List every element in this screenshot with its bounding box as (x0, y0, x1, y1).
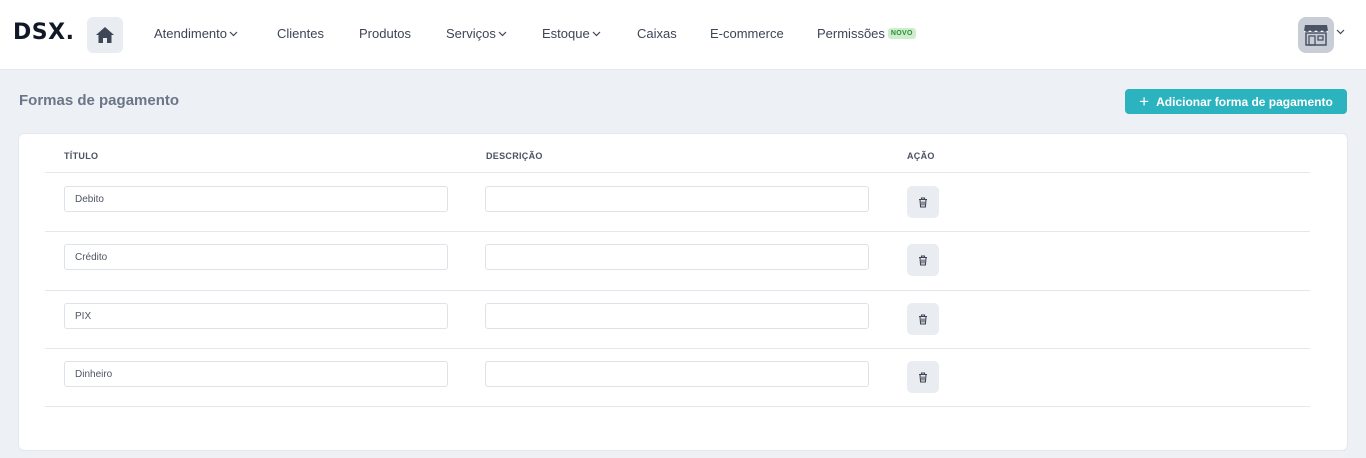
nav-servicos-label: Serviços (446, 26, 496, 41)
divider (45, 348, 1310, 349)
add-payment-method-label: Adicionar forma de pagamento (1156, 94, 1333, 109)
trash-icon (919, 371, 927, 383)
nav-produtos[interactable]: Produtos (359, 26, 411, 41)
nav-produtos-label: Produtos (359, 26, 412, 41)
nav-servicos[interactable]: Serviços (446, 26, 507, 41)
descricao-input[interactable] (485, 361, 869, 387)
trash-icon (919, 196, 927, 208)
descricao-input[interactable] (485, 244, 869, 270)
column-header-titulo: TÍTULO (64, 151, 99, 161)
divider (45, 406, 1310, 407)
titulo-input[interactable]: PIX (64, 303, 448, 329)
home-button[interactable] (87, 17, 123, 53)
top-navbar: DSX. Atendimento Clientes Produtos Servi… (0, 0, 1366, 70)
nav-ecommerce[interactable]: E-commerce (710, 26, 784, 41)
trash-icon (919, 313, 927, 325)
nav-estoque[interactable]: Estoque (542, 26, 601, 41)
delete-button[interactable] (907, 361, 939, 393)
nav-estoque-label: Estoque (542, 26, 590, 41)
new-badge: NOVO (887, 28, 916, 39)
divider (45, 290, 1310, 291)
payment-methods-card: TÍTULO DESCRIÇÃO AÇÃO Debito Crédito PIX… (18, 133, 1348, 451)
nav-permissoes-label: Permissões (817, 26, 885, 41)
delete-button[interactable] (907, 244, 939, 276)
column-header-descricao: DESCRIÇÃO (486, 151, 543, 161)
chevron-down-icon (592, 31, 601, 36)
chevron-down-icon (229, 31, 238, 36)
nav-caixas-label: Caixas (637, 26, 677, 41)
titulo-input[interactable]: Debito (64, 186, 448, 212)
chevron-down-icon[interactable] (1336, 29, 1345, 35)
home-icon (96, 27, 114, 43)
descricao-input[interactable] (485, 186, 869, 212)
titulo-input[interactable]: Dinheiro (64, 361, 448, 387)
nav-atendimento[interactable]: Atendimento (154, 26, 238, 41)
nav-ecommerce-label: E-commerce (710, 26, 784, 41)
store-menu-button[interactable] (1298, 17, 1334, 53)
nav-atendimento-label: Atendimento (154, 26, 227, 41)
nav-permissoes[interactable]: Permissões NOVO (817, 26, 916, 41)
add-payment-method-button[interactable]: + Adicionar forma de pagamento (1125, 89, 1347, 114)
chevron-down-icon (498, 31, 507, 36)
delete-button[interactable] (907, 186, 939, 218)
trash-icon (919, 254, 927, 266)
nav-clientes-label: Clientes (277, 26, 324, 41)
column-header-acao: AÇÃO (907, 151, 935, 161)
titulo-input[interactable]: Crédito (64, 244, 448, 270)
nav-clientes[interactable]: Clientes (277, 26, 324, 41)
descricao-input[interactable] (485, 303, 869, 329)
logo[interactable]: DSX. (13, 20, 74, 45)
store-icon (1303, 25, 1329, 46)
plus-icon: + (1139, 92, 1150, 111)
delete-button[interactable] (907, 303, 939, 335)
page-title: Formas de pagamento (19, 92, 180, 109)
nav-caixas[interactable]: Caixas (637, 26, 677, 41)
divider (45, 172, 1310, 173)
divider (45, 231, 1310, 232)
